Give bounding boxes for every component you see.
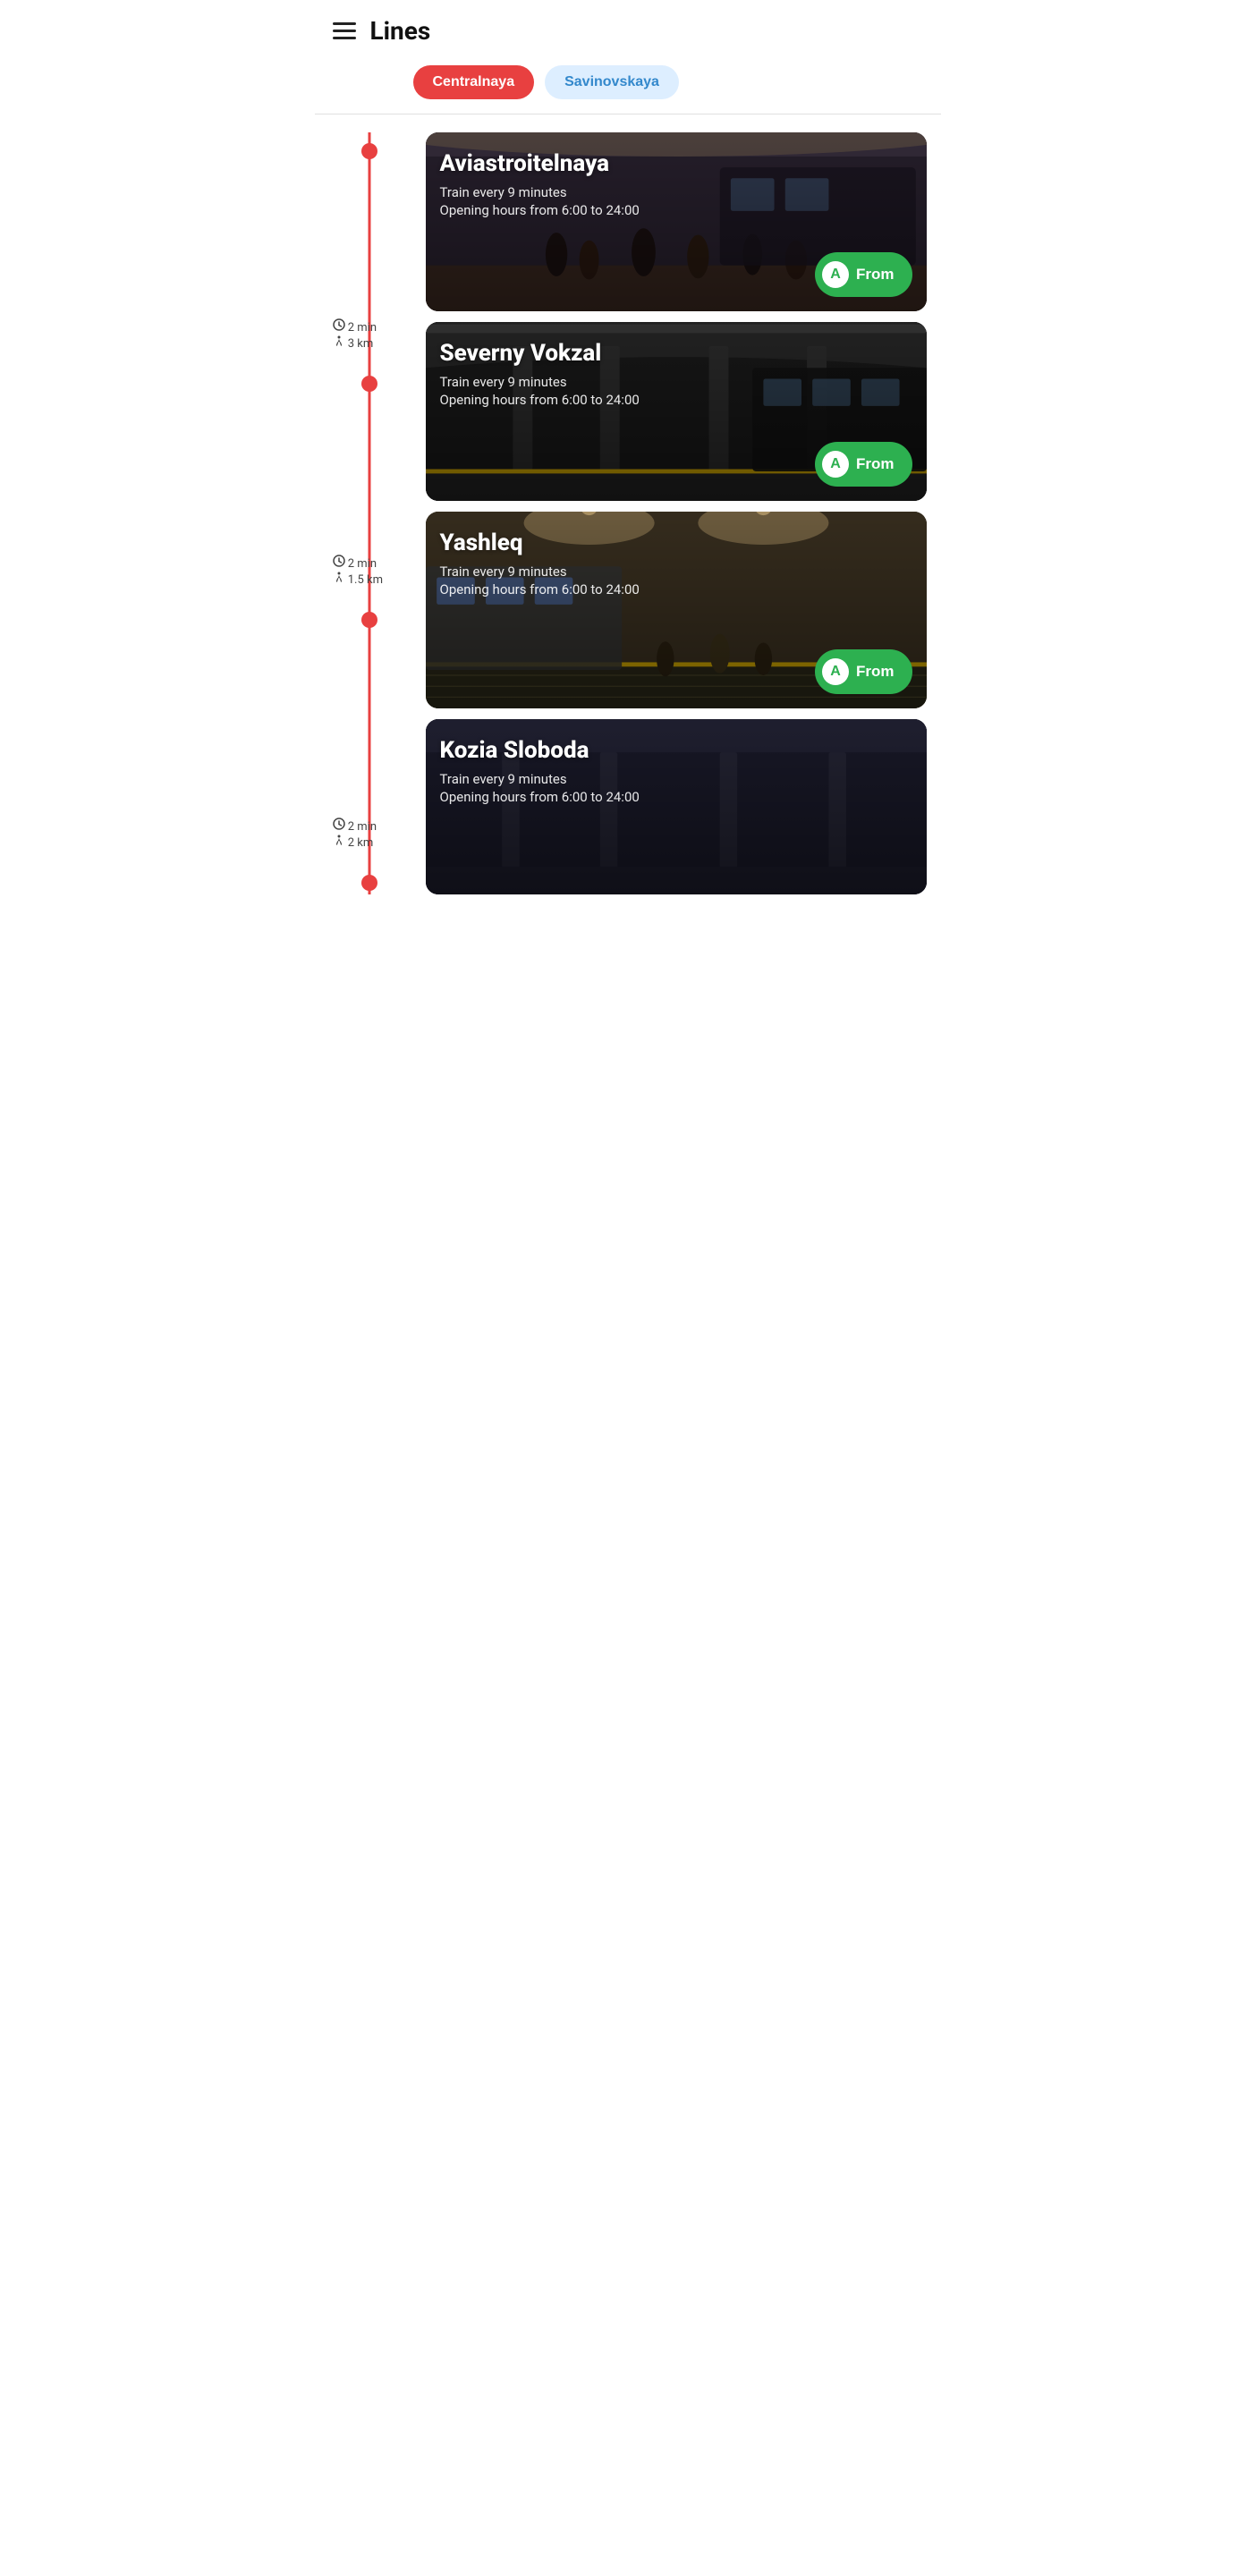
- hamburger-menu[interactable]: [333, 22, 356, 39]
- stations-list: Aviastroitelnaya Train every 9 minutes O…: [417, 132, 927, 894]
- walk-icon-1: [333, 335, 345, 347]
- station-card-kozia[interactable]: Kozia Sloboda Train every 9 minutes Open…: [426, 719, 927, 894]
- station-name-4: Kozia Sloboda: [440, 737, 912, 764]
- walk-icon-3: [333, 834, 345, 846]
- station-name-3: Yashleq: [440, 530, 912, 556]
- card-content-1: Aviastroitelnaya Train every 9 minutes O…: [426, 132, 927, 311]
- card-content-4: Kozia Sloboda Train every 9 minutes Open…: [426, 719, 927, 894]
- card-content-3: Yashleq Train every 9 minutes Opening ho…: [426, 512, 927, 708]
- time-info-1: 2 min: [333, 318, 377, 335]
- tabs-row: Centralnaya Savinovskaya: [315, 58, 941, 114]
- station-name-2: Severny Vokzal: [440, 340, 912, 367]
- page-title: Lines: [370, 16, 431, 46]
- station-card-severny[interactable]: Severny Vokzal Train every 9 minutes Ope…: [426, 322, 927, 501]
- gap-info-3: 2 min 2 km: [329, 810, 410, 857]
- train-info-1: Train every 9 minutes: [440, 184, 912, 200]
- from-icon-letter-2: A: [830, 456, 841, 472]
- dist-info-3: 2 km: [333, 834, 374, 850]
- gap-time-2: 2 min: [348, 557, 377, 571]
- dist-info-1: 3 km: [333, 335, 374, 351]
- gap-dist-1: 3 km: [348, 337, 374, 351]
- from-button-1[interactable]: A From: [815, 252, 912, 297]
- timeline-dot-3: [361, 612, 377, 628]
- header: Lines: [315, 0, 941, 58]
- gap-dist-2: 1.5 km: [348, 573, 383, 587]
- tab-savinovskaya[interactable]: Savinovskaya: [545, 65, 679, 99]
- hours-info-3: Opening hours from 6:00 to 24:00: [440, 581, 912, 597]
- from-label-1: From: [856, 266, 895, 284]
- tab-centralnaya[interactable]: Centralnaya: [413, 65, 535, 99]
- hours-info-1: Opening hours from 6:00 to 24:00: [440, 202, 912, 218]
- station-name-1: Aviastroitelnaya: [440, 150, 912, 177]
- walk-icon-2: [333, 571, 345, 583]
- train-info-3: Train every 9 minutes: [440, 564, 912, 580]
- from-button-2[interactable]: A From: [815, 442, 912, 487]
- card-content-2: Severny Vokzal Train every 9 minutes Ope…: [426, 322, 927, 501]
- gap-time-3: 2 min: [348, 820, 377, 834]
- timeline-line: [368, 132, 370, 894]
- from-label-2: From: [856, 455, 895, 473]
- hours-info-2: Opening hours from 6:00 to 24:00: [440, 392, 912, 408]
- time-info-3: 2 min: [333, 818, 377, 834]
- train-info-2: Train every 9 minutes: [440, 374, 912, 390]
- main-content: 2 min 3 km 2 min 1.5 km: [315, 123, 941, 912]
- from-btn-icon-2: A: [822, 451, 849, 478]
- timeline-dot-2: [361, 376, 377, 392]
- from-label-3: From: [856, 663, 895, 681]
- train-info-4: Train every 9 minutes: [440, 771, 912, 787]
- clock-icon: [333, 318, 345, 331]
- clock-icon-2: [333, 555, 345, 567]
- timeline-dot-4: [361, 875, 377, 891]
- gap-dist-3: 2 km: [348, 836, 374, 850]
- dist-info-2: 1.5 km: [333, 571, 384, 587]
- from-icon-letter-1: A: [830, 267, 841, 283]
- station-card-yashleq[interactable]: Yashleq Train every 9 minutes Opening ho…: [426, 512, 927, 708]
- from-icon-letter-3: A: [830, 664, 841, 680]
- timeline-dot-1: [361, 143, 377, 159]
- hours-info-4: Opening hours from 6:00 to 24:00: [440, 789, 912, 805]
- gap-time-1: 2 min: [348, 321, 377, 335]
- station-card-aviastroitelnaya[interactable]: Aviastroitelnaya Train every 9 minutes O…: [426, 132, 927, 311]
- gap-info-1: 2 min 3 km: [329, 311, 410, 358]
- time-info-2: 2 min: [333, 555, 377, 571]
- from-btn-icon-1: A: [822, 261, 849, 288]
- from-btn-icon-3: A: [822, 658, 849, 685]
- clock-icon-3: [333, 818, 345, 830]
- gap-info-2: 2 min 1.5 km: [329, 547, 410, 594]
- timeline-rail: 2 min 3 km 2 min 1.5 km: [329, 132, 410, 894]
- from-button-3[interactable]: A From: [815, 649, 912, 694]
